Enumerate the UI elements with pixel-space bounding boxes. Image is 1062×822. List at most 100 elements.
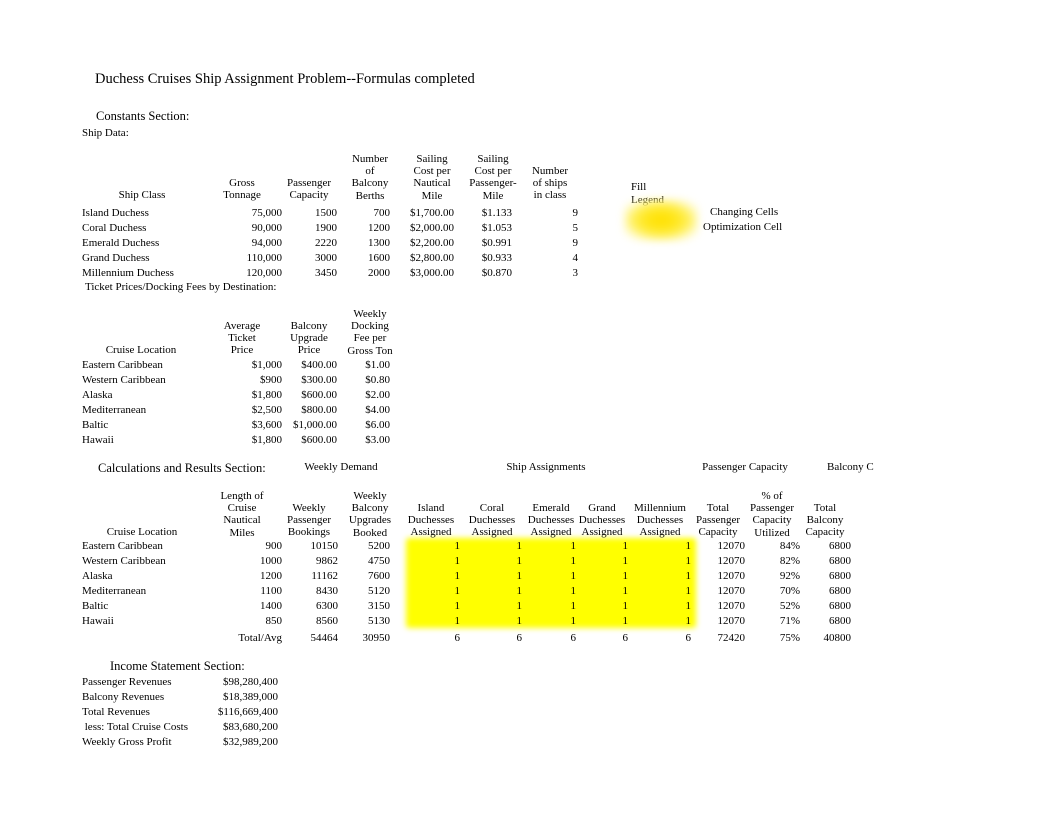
table-cell: 1500 (315, 207, 337, 219)
colhead-balcony-upgrade-price: Balcony Upgrade Price (290, 320, 328, 357)
table-cell: $1,800 (251, 389, 282, 401)
table-cell: 92% (779, 570, 800, 582)
constants-section-label: Constants Section: (96, 109, 190, 123)
changing-cell[interactable]: 1 (686, 615, 692, 627)
changing-cell[interactable]: 1 (686, 600, 692, 612)
changing-cell[interactable]: 1 (517, 600, 523, 612)
changing-cell[interactable]: 1 (455, 555, 461, 567)
table-cell: 12070 (717, 570, 746, 582)
table-cell: 9 (572, 207, 579, 219)
income-row-label: Passenger Revenues (82, 676, 172, 688)
table-cell: 6300 (316, 600, 338, 612)
table-cell: 7600 (368, 570, 390, 582)
table-cell: 5130 (368, 615, 390, 627)
changing-cell[interactable]: 1 (517, 555, 523, 567)
colhead-coral-duchesses-assigned: Coral Duchesses Assigned (468, 502, 516, 539)
table-cell: 12070 (717, 555, 746, 567)
income-row-value: $18,389,000 (223, 691, 278, 703)
changing-cell[interactable]: 1 (571, 600, 577, 612)
table-cell: 6800 (829, 570, 851, 582)
changing-cell[interactable]: 1 (686, 555, 692, 567)
calculations-section-label: Calculations and Results Section: (98, 461, 266, 475)
total-cell: 6 (454, 632, 461, 644)
changing-cell[interactable]: 1 (623, 540, 629, 552)
table-row: Mediterranean (82, 585, 147, 597)
table-cell: 900 (265, 540, 283, 552)
income-row-value: $83,680,200 (223, 721, 278, 733)
table-row: Emerald Duchess (82, 237, 160, 249)
changing-cell[interactable]: 1 (686, 585, 692, 597)
changing-cell[interactable]: 1 (623, 615, 629, 627)
changing-cell[interactable]: 1 (517, 585, 523, 597)
table-cell: 6800 (829, 600, 851, 612)
table-row: Eastern Caribbean (82, 359, 163, 371)
colhead-ship-class: Ship Class (118, 189, 166, 201)
changing-cell[interactable]: 1 (623, 555, 629, 567)
total-cell: 75% (779, 632, 800, 644)
changing-cell[interactable]: 1 (455, 600, 461, 612)
changing-cell[interactable]: 1 (571, 540, 577, 552)
changing-cell[interactable]: 1 (571, 585, 577, 597)
colhead-calc-cruise-location: Cruise Location (106, 526, 178, 538)
changing-cell[interactable]: 1 (517, 540, 523, 552)
table-cell: $300.00 (301, 374, 337, 386)
table-cell: $3,000.00 (410, 267, 454, 279)
changing-cell[interactable]: 1 (455, 570, 461, 582)
table-cell: $0.991 (481, 237, 512, 249)
table-cell: 4 (572, 252, 579, 264)
table-row: Grand Duchess (82, 252, 150, 264)
total-cell: 6 (685, 632, 692, 644)
changing-cell[interactable]: 1 (571, 555, 577, 567)
total-cell: 6 (570, 632, 577, 644)
table-cell: $2,500 (251, 404, 282, 416)
table-cell: 75,000 (251, 207, 282, 219)
table-cell: 9862 (316, 555, 338, 567)
table-cell: $6.00 (365, 419, 390, 431)
table-cell: 850 (265, 615, 283, 627)
changing-cell[interactable]: 1 (571, 615, 577, 627)
table-cell: 12070 (717, 585, 746, 597)
table-row: Millennium Duchess (82, 267, 174, 279)
changing-cell[interactable]: 1 (455, 540, 461, 552)
table-row: Coral Duchess (82, 222, 147, 234)
table-cell: $600.00 (301, 434, 337, 446)
table-cell: $3,600 (251, 419, 282, 431)
changing-cell[interactable]: 1 (686, 540, 692, 552)
total-cell: 72420 (717, 632, 746, 644)
changing-cell[interactable]: 1 (623, 600, 629, 612)
changing-cell[interactable]: 1 (623, 570, 629, 582)
legend-optimization-cell-label: Optimization Cell (703, 221, 783, 233)
changing-cell[interactable]: 1 (623, 585, 629, 597)
changing-cell[interactable]: 1 (571, 570, 577, 582)
income-row-label: less: Total Cruise Costs (82, 721, 188, 733)
table-cell: 700 (373, 207, 391, 219)
table-row: Western Caribbean (82, 555, 166, 567)
table-cell: 70% (779, 585, 800, 597)
changing-cell[interactable]: 1 (517, 615, 523, 627)
changing-cell[interactable]: 1 (686, 570, 692, 582)
colhead-weekly-balcony-upgrades: Weekly Balcony Upgrades Booked (348, 490, 392, 539)
table-cell: $2.00 (365, 389, 390, 401)
table-cell: 5120 (368, 585, 390, 597)
table-cell: $0.80 (365, 374, 390, 386)
colhead-sailing-cost-nautical-mile: Sailing Cost per Nautical Mile (413, 153, 451, 202)
table-row: Hawaii (82, 434, 114, 446)
table-cell: $1.133 (481, 207, 512, 219)
group-header-balcony-capacity: Balcony C (827, 461, 874, 473)
table-cell: 1600 (368, 252, 390, 264)
colhead-millennium-duchesses-assigned: Millennium Duchesses Assigned (634, 502, 686, 539)
table-cell: 9 (572, 237, 579, 249)
table-cell: 52% (779, 600, 800, 612)
changing-cell[interactable]: 1 (455, 615, 461, 627)
colhead-total-passenger-capacity: Total Passenger Capacity (696, 502, 740, 539)
table-cell: $4.00 (365, 404, 390, 416)
table-cell: 6800 (829, 555, 851, 567)
table-cell: 4750 (368, 555, 390, 567)
table-cell: $2,000.00 (410, 222, 454, 234)
table-cell: 6800 (829, 615, 851, 627)
group-header-weekly-demand: Weekly Demand (304, 461, 378, 473)
legend-changing-cells-label: Changing Cells (710, 206, 779, 218)
changing-cell[interactable]: 1 (517, 570, 523, 582)
changing-cell[interactable]: 1 (455, 585, 461, 597)
table-cell: 3 (572, 267, 579, 279)
